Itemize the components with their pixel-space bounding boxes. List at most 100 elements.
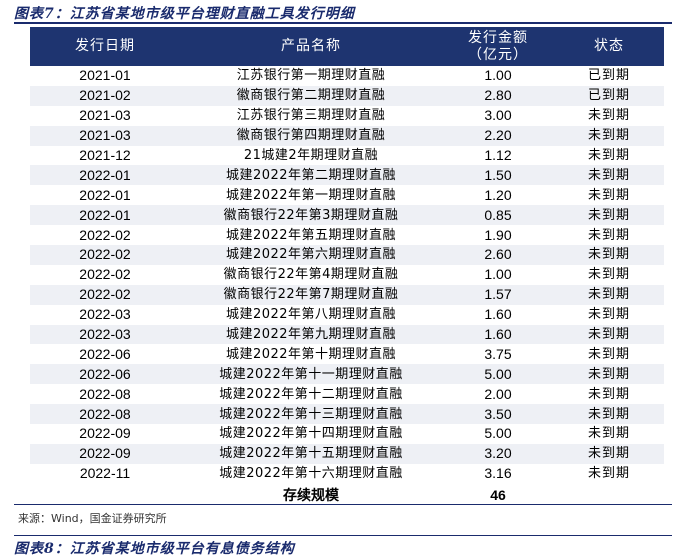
cell-date: 2022-03: [30, 324, 180, 345]
cell-status: 未到期: [554, 424, 664, 444]
cell-date: 2022-09: [30, 443, 180, 464]
cell-status: 未到期: [554, 225, 664, 246]
cell-date: 2022-08: [30, 384, 180, 405]
table-row: 2022-11 城建2022年第十六期理财直融 3.16 未到期: [30, 463, 664, 484]
cell-product-name: 城建2022年第五期理财直融: [180, 225, 442, 246]
cell-date: 2022-02: [30, 284, 180, 305]
cell-date: 2022-08: [30, 404, 180, 425]
cell-amount: 1.90: [442, 225, 554, 246]
cell-amount: 0.85: [442, 205, 554, 226]
issuance-table: 发行日期 产品名称 发行金额 （亿元） 状态 2021-01 江苏银行第一期理财直…: [30, 27, 664, 507]
next-figure-title: 图表8：江苏省某地市级平台有息债务结构: [14, 541, 295, 557]
cell-date: 2022-01: [30, 185, 180, 206]
cell-amount: 3.20: [442, 443, 554, 464]
cell-product-name: 城建2022年第十期理财直融: [180, 344, 442, 365]
cell-product-name: 城建2022年第六期理财直融: [180, 245, 442, 265]
cell-product-name: 城建2022年第八期理财直融: [180, 304, 442, 325]
cell-product-name: 城建2022年第十四期理财直融: [180, 424, 442, 444]
cell-date: 2022-06: [30, 364, 180, 385]
cell-status: 未到期: [554, 125, 664, 146]
cell-product-name: 城建2022年第十五期理财直融: [180, 443, 442, 464]
table-row: 2022-02 城建2022年第五期理财直融 1.90 未到期: [30, 225, 664, 246]
cell-product-name: 徽商银行22年第3期理财直融: [180, 205, 442, 226]
column-header-status: 状态: [554, 27, 664, 66]
cell-status: 未到期: [554, 384, 664, 405]
cell-amount: 1.20: [442, 185, 554, 206]
cell-status: 未到期: [554, 145, 664, 166]
cell-date: 2021-02: [30, 85, 180, 106]
cell-product-name: 城建2022年第十一期理财直融: [180, 364, 442, 385]
cell-amount: 1.00: [442, 66, 554, 86]
cell-product-name: 徽商银行第二期理财直融: [180, 85, 442, 106]
cell-product-name: 21城建2年期理财直融: [180, 145, 442, 166]
cell-product-name: 城建2022年第十二期理财直融: [180, 384, 442, 405]
cell-status: 未到期: [554, 284, 664, 305]
table-row: 2021-01 江苏银行第一期理财直融 1.00 已到期: [30, 66, 664, 86]
cell-amount: 5.00: [442, 364, 554, 385]
cell-status: 已到期: [554, 85, 664, 106]
cell-status: 未到期: [554, 463, 664, 484]
cell-product-name: 徽商银行第四期理财直融: [180, 125, 442, 146]
source-note: 来源：Wind，国金证券研究所: [18, 512, 167, 525]
cell-status: 未到期: [554, 165, 664, 186]
cell-status: 未到期: [554, 304, 664, 325]
table-row: 2022-02 城建2022年第六期理财直融 2.60 未到期: [30, 245, 664, 265]
table-row: 2022-09 城建2022年第十四期理财直融 5.00 未到期: [30, 424, 664, 444]
table-bottom-divider: [14, 504, 672, 505]
table-row: 2021-03 徽商银行第四期理财直融 2.20 未到期: [30, 125, 664, 146]
cell-product-name: 城建2022年第九期理财直融: [180, 324, 442, 345]
column-header-name: 产品名称: [180, 27, 442, 66]
cell-amount: 3.00: [442, 105, 554, 126]
table-row: 2022-03 城建2022年第八期理财直融 1.60 未到期: [30, 304, 664, 325]
table-row: 2021-12 21城建2年期理财直融 1.12 未到期: [30, 145, 664, 166]
table-row: 2021-03 江苏银行第三期理财直融 3.00 未到期: [30, 105, 664, 126]
title-divider: [14, 22, 672, 24]
cell-amount: 2.00: [442, 384, 554, 405]
cell-status: 未到期: [554, 205, 664, 226]
cell-amount: 3.50: [442, 404, 554, 425]
table-row: 2022-01 城建2022年第一期理财直融 1.20 未到期: [30, 185, 664, 206]
table-row: 2022-09 城建2022年第十五期理财直融 3.20 未到期: [30, 443, 664, 464]
cell-status: 未到期: [554, 404, 664, 425]
cell-amount: 3.75: [442, 344, 554, 365]
cell-amount: 5.00: [442, 424, 554, 444]
cell-product-name: 城建2022年第一期理财直融: [180, 185, 442, 206]
table-row: 2022-01 城建2022年第二期理财直融 1.50 未到期: [30, 165, 664, 186]
table-row: 2022-01 徽商银行22年第3期理财直融 0.85 未到期: [30, 205, 664, 226]
cell-status: 未到期: [554, 264, 664, 285]
cell-date: 2022-01: [30, 205, 180, 226]
table-row: 2021-02 徽商银行第二期理财直融 2.80 已到期: [30, 85, 664, 106]
cell-date: 2022-11: [30, 463, 180, 484]
cell-amount: 2.60: [442, 245, 554, 265]
figure-title: 图表7：江苏省某地市级平台理财直融工具发行明细: [14, 6, 355, 22]
cell-date: 2021-12: [30, 145, 180, 166]
cell-product-name: 城建2022年第二期理财直融: [180, 165, 442, 186]
cell-product-name: 江苏银行第三期理财直融: [180, 105, 442, 126]
cell-status: 未到期: [554, 344, 664, 365]
amount-header-line1: 发行金额: [468, 29, 528, 46]
cell-amount: 2.80: [442, 85, 554, 106]
table-row: 2022-03 城建2022年第九期理财直融 1.60 未到期: [30, 324, 664, 345]
table-row: 2022-06 城建2022年第十一期理财直融 5.00 未到期: [30, 364, 664, 385]
cell-status: 未到期: [554, 324, 664, 345]
table-row: 2022-06 城建2022年第十期理财直融 3.75 未到期: [30, 344, 664, 365]
cell-date: 2022-02: [30, 225, 180, 246]
cell-status: 未到期: [554, 364, 664, 385]
column-header-date: 发行日期: [30, 27, 180, 66]
cell-status: 未到期: [554, 443, 664, 464]
cell-date: 2022-06: [30, 344, 180, 365]
cell-amount: 1.00: [442, 264, 554, 285]
amount-header-line2: （亿元）: [468, 46, 528, 63]
cell-status: 未到期: [554, 105, 664, 126]
column-header-amount: 发行金额 （亿元）: [442, 27, 554, 66]
cell-amount: 1.12: [442, 145, 554, 166]
table-row: 2022-02 徽商银行22年第7期理财直融 1.57 未到期: [30, 284, 664, 305]
cell-date: 2022-09: [30, 424, 180, 444]
cell-status: 未到期: [554, 185, 664, 206]
table-row: 2022-02 徽商银行22年第4期理财直融 1.00 未到期: [30, 264, 664, 285]
cell-amount: 1.60: [442, 304, 554, 325]
cell-date: 2022-03: [30, 304, 180, 325]
cell-date: 2022-02: [30, 264, 180, 285]
cell-product-name: 江苏银行第一期理财直融: [180, 66, 442, 86]
cell-date: 2021-03: [30, 125, 180, 146]
